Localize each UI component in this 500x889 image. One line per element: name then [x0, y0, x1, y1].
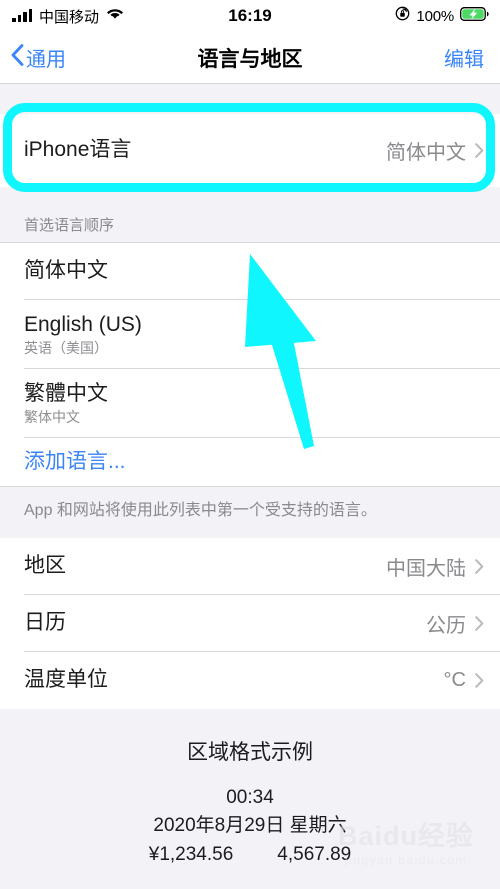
sample-date: 2020年8月29日 星期六	[153, 815, 347, 837]
row-calendar-label: 日历	[24, 611, 66, 635]
row-temperature-unit-value: °C	[443, 668, 466, 691]
row-iphone-language-label: iPhone语言	[24, 138, 132, 162]
list-item-language-1[interactable]: English (US) 英语（美国）	[0, 300, 500, 369]
row-region[interactable]: 地区 中国大陆	[0, 537, 500, 595]
iphone-settings-screen: 中国移动 16:19 100% 通用 语言与地区 编辑 iPhone语言 简体中…	[0, 0, 500, 889]
status-bar-right: 100%	[395, 0, 489, 32]
row-iphone-language[interactable]: iPhone语言 简体中文	[0, 114, 500, 187]
sample-money-row: ¥1,234.56 4,567.89	[0, 841, 500, 870]
clock-label: 16:19	[228, 6, 272, 25]
row-temperature-unit-label: 温度单位	[24, 668, 108, 692]
sample-time: 00:34	[226, 786, 274, 808]
row-iphone-language-main: iPhone语言	[24, 138, 386, 162]
chevron-left-icon	[11, 43, 24, 72]
list-item-language-0-main: 简体中文	[24, 259, 484, 283]
back-button[interactable]: 通用	[0, 43, 66, 72]
chevron-right-icon	[475, 558, 484, 574]
row-temperature-unit[interactable]: 温度单位 °C	[0, 651, 500, 709]
sample-number: 4,567.89	[277, 843, 352, 865]
list-item-language-2-title: 繁體中文	[24, 381, 108, 405]
chevron-right-icon	[475, 672, 484, 688]
row-calendar-main: 日历	[24, 611, 426, 635]
list-item-language-1-title: English (US)	[24, 312, 142, 336]
iphone-language-group: iPhone语言 简体中文	[0, 114, 500, 187]
row-region-main: 地区	[24, 554, 386, 578]
navigation-bar: 通用 语言与地区 编辑	[0, 32, 500, 84]
signal-bars-icon	[12, 9, 32, 22]
battery-percent-label: 100%	[416, 7, 454, 25]
row-temperature-unit-main: 温度单位	[24, 668, 444, 692]
row-region-label: 地区	[24, 554, 66, 578]
battery-charging-icon	[460, 6, 489, 26]
list-item-language-1-main: English (US) 英语（美国）	[24, 313, 484, 356]
preferred-section-header: 首选语言顺序	[0, 200, 500, 243]
carrier-label: 中国移动	[39, 8, 100, 26]
add-language-main: 添加语言...	[24, 450, 484, 474]
status-bar: 中国移动 16:19 100%	[0, 0, 500, 32]
list-item-language-2-subtitle: 繁体中文	[24, 409, 80, 426]
edit-button[interactable]: 编辑	[444, 43, 500, 72]
row-region-value: 中国大陆	[386, 557, 466, 580]
row-iphone-language-value: 简体中文	[386, 142, 466, 164]
preferred-language-group: 简体中文 English (US) 英语（美国） 繁體中文 繁体中文 添加语言.…	[0, 243, 500, 486]
region-format-sample-title: 区域格式示例	[187, 740, 313, 764]
list-item-language-0-title: 简体中文	[24, 259, 108, 283]
preferred-section-footer: App 和网站将使用此列表中第一个受支持的语言。	[0, 486, 500, 538]
status-bar-left: 中国移动	[12, 6, 124, 27]
list-item-language-2[interactable]: 繁體中文 繁体中文	[0, 369, 500, 438]
row-calendar[interactable]: 日历 公历	[0, 594, 500, 652]
rotation-lock-icon	[395, 6, 410, 26]
page-title: 语言与地区	[197, 47, 303, 71]
region-group: 地区 中国大陆 日历 公历 温度单位 °C	[0, 537, 500, 709]
chevron-right-icon	[475, 615, 484, 631]
chevron-right-icon	[475, 143, 484, 158]
list-item-language-0[interactable]: 简体中文	[0, 243, 500, 300]
add-language-button[interactable]: 添加语言...	[0, 438, 500, 486]
list-item-language-1-subtitle: 英语（美国）	[24, 340, 108, 357]
list-item-language-2-main: 繁體中文 繁体中文	[24, 382, 484, 425]
back-button-label: 通用	[26, 49, 66, 71]
spacer-top	[0, 84, 500, 114]
region-format-sample: 区域格式示例 00:34 2020年8月29日 星期六 ¥1,234.56 4,…	[0, 708, 500, 870]
add-language-label: 添加语言...	[24, 449, 126, 473]
wifi-icon	[106, 7, 124, 25]
row-calendar-value: 公历	[426, 614, 466, 637]
sample-currency: ¥1,234.56	[148, 843, 234, 865]
spacer-preferred	[0, 187, 500, 200]
